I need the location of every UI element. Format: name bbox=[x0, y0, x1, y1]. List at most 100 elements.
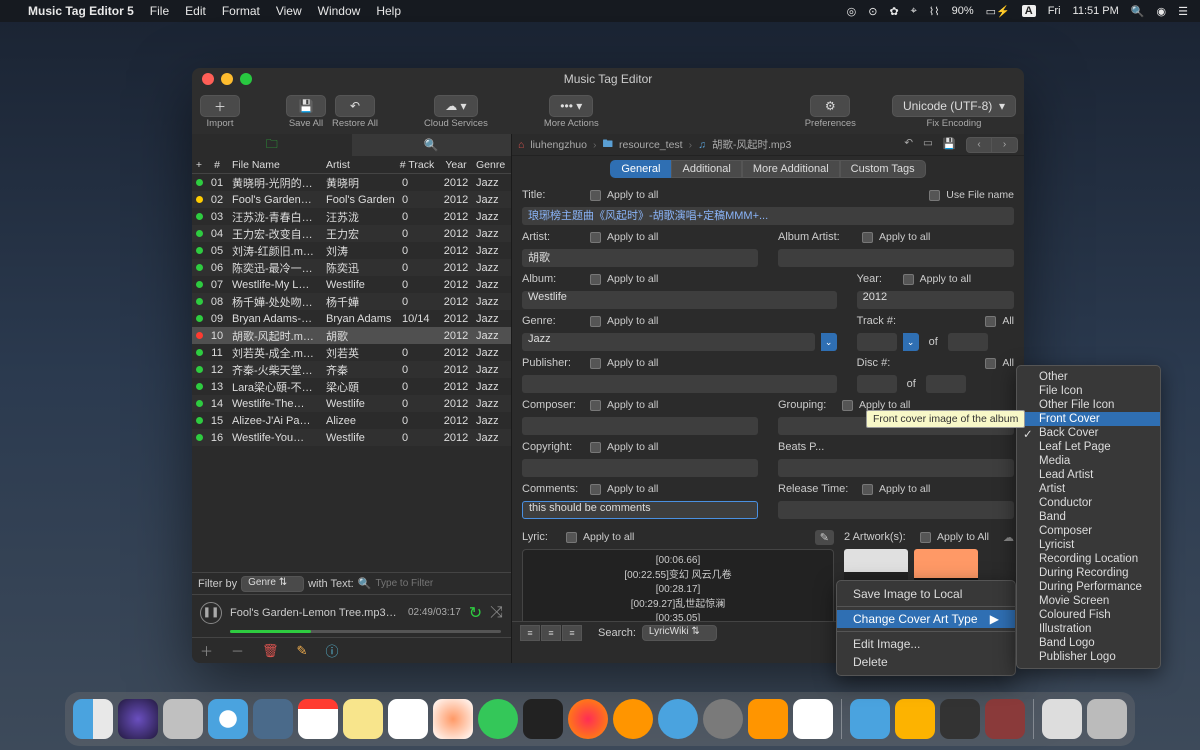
tab-search[interactable]: 🔍 bbox=[352, 134, 512, 156]
table-row[interactable]: 12齐秦-火柴天堂…齐秦02012Jazz bbox=[192, 361, 511, 378]
table-row[interactable]: 05刘涛-红颜旧.m…刘涛02012Jazz bbox=[192, 242, 511, 259]
disc-all-checkbox[interactable] bbox=[985, 358, 996, 369]
dock-textedit[interactable] bbox=[793, 699, 833, 739]
submenu-item[interactable]: Media bbox=[1017, 454, 1160, 468]
dock-launchpad[interactable] bbox=[163, 699, 203, 739]
table-row[interactable]: 01黄晓明-光阴的…黄晓明02012Jazz bbox=[192, 174, 511, 191]
title-input[interactable]: 琅琊榜主题曲《风起时》-胡歌演唱+定稿MMM+... bbox=[522, 207, 1014, 225]
submenu-item[interactable]: Leaf Let Page bbox=[1017, 440, 1160, 454]
album-artist-apply-checkbox[interactable] bbox=[862, 232, 873, 243]
dock-app[interactable] bbox=[940, 699, 980, 739]
submenu-item[interactable]: Illustration bbox=[1017, 622, 1160, 636]
artist-apply-checkbox[interactable] bbox=[590, 232, 601, 243]
dock-siri[interactable] bbox=[118, 699, 158, 739]
track-total-input[interactable] bbox=[948, 333, 988, 351]
year-apply-checkbox[interactable] bbox=[903, 274, 914, 285]
notification-center-icon[interactable]: ☰ bbox=[1178, 5, 1188, 18]
publisher-input[interactable] bbox=[522, 375, 837, 393]
table-row[interactable]: 03汪苏泷-青春白…汪苏泷02012Jazz bbox=[192, 208, 511, 225]
menu-view[interactable]: View bbox=[276, 4, 302, 18]
table-row[interactable]: 16Westlife-You…Westlife02012Jazz bbox=[192, 429, 511, 446]
table-row[interactable]: 11刘若英-成全.m…刘若英02012Jazz bbox=[192, 344, 511, 361]
spotlight-icon[interactable]: 🔍 bbox=[1131, 5, 1145, 18]
submenu-item[interactable]: Band bbox=[1017, 510, 1160, 524]
menu-edit-image[interactable]: Edit Image... bbox=[837, 635, 1015, 653]
play-pause-button[interactable]: ❚❚ bbox=[200, 602, 222, 624]
dock-photos[interactable] bbox=[433, 699, 473, 739]
align-left-button[interactable]: ≡ bbox=[520, 625, 540, 641]
dock-downloads[interactable] bbox=[1042, 699, 1082, 739]
home-icon[interactable]: ⌂ bbox=[518, 139, 524, 151]
submenu-item[interactable]: Front Cover bbox=[1017, 412, 1160, 426]
align-right-button[interactable]: ≡ bbox=[562, 625, 582, 641]
close-button[interactable] bbox=[202, 73, 214, 85]
dock-itunes[interactable] bbox=[568, 699, 608, 739]
menu-edit[interactable]: Edit bbox=[185, 4, 206, 18]
lyric-source-select[interactable]: LyricWiki ⇅ bbox=[642, 625, 717, 641]
submenu-item[interactable]: Movie Screen bbox=[1017, 594, 1160, 608]
dock-finder[interactable] bbox=[73, 699, 113, 739]
undo-icon[interactable]: ↶ bbox=[904, 137, 913, 153]
submenu-item[interactable]: Coloured Fish bbox=[1017, 608, 1160, 622]
info-icon[interactable]: ⓘ bbox=[325, 641, 338, 660]
filter-input[interactable] bbox=[375, 578, 485, 589]
dock-appstore[interactable] bbox=[658, 699, 698, 739]
save-icon[interactable]: 💾 bbox=[943, 137, 956, 153]
submenu-item[interactable]: During Recording bbox=[1017, 566, 1160, 580]
track-input[interactable] bbox=[857, 333, 897, 351]
submenu-item[interactable]: Other bbox=[1017, 370, 1160, 384]
save-all-button[interactable]: 💾 bbox=[286, 95, 326, 117]
header-track[interactable]: # Track bbox=[396, 159, 438, 171]
submenu-item[interactable]: Conductor bbox=[1017, 496, 1160, 510]
dock-sublime[interactable] bbox=[748, 699, 788, 739]
comments-apply-checkbox[interactable] bbox=[590, 484, 601, 495]
composer-apply-checkbox[interactable] bbox=[590, 400, 601, 411]
battery-percent[interactable]: 90% bbox=[952, 5, 974, 17]
lyric-display[interactable]: [00:06.66][00:22.55]变幻 风云几卷[00:28.17][00… bbox=[522, 549, 834, 621]
more-actions-button[interactable]: ••• ▾ bbox=[549, 95, 593, 117]
rename-icon[interactable]: ✎ bbox=[297, 643, 308, 659]
tab-more-additional[interactable]: More Additional bbox=[742, 160, 840, 178]
minimize-button[interactable] bbox=[221, 73, 233, 85]
grouping-apply-checkbox[interactable] bbox=[842, 400, 853, 411]
menu-delete[interactable]: Delete bbox=[837, 653, 1015, 671]
breadcrumb-item[interactable]: resource_test bbox=[619, 139, 683, 151]
delete-icon[interactable]: 🗑 bbox=[262, 643, 279, 659]
dock-reminders[interactable] bbox=[388, 699, 428, 739]
submenu-item[interactable]: Publisher Logo bbox=[1017, 650, 1160, 664]
table-row[interactable]: 14Westlife-The…Westlife02012Jazz bbox=[192, 395, 511, 412]
menubar-icon[interactable]: ✿ bbox=[889, 5, 898, 18]
input-source[interactable]: A bbox=[1022, 5, 1036, 17]
remove-icon[interactable]: － bbox=[231, 641, 244, 660]
track-all-checkbox[interactable] bbox=[985, 316, 996, 327]
bluetooth-icon[interactable]: ⌖ bbox=[911, 5, 917, 18]
submenu-item[interactable]: Other File Icon bbox=[1017, 398, 1160, 412]
dock-messages[interactable] bbox=[478, 699, 518, 739]
dock-safari[interactable] bbox=[208, 699, 248, 739]
tab-folder[interactable]: 🗀 bbox=[192, 134, 352, 156]
breadcrumb-item[interactable]: 胡歌-风起时.mp3 bbox=[712, 137, 791, 152]
menu-help[interactable]: Help bbox=[376, 4, 401, 18]
lyric-apply-checkbox[interactable] bbox=[566, 532, 577, 543]
import-button[interactable]: ＋ bbox=[200, 95, 240, 117]
disc-input[interactable] bbox=[857, 375, 897, 393]
submenu-item[interactable]: Composer bbox=[1017, 524, 1160, 538]
table-row[interactable]: 15Alizee-J'Ai Pa…Alizee02012Jazz bbox=[192, 412, 511, 429]
chevron-down-icon[interactable]: ⌄ bbox=[903, 333, 919, 351]
submenu-item[interactable]: Artist bbox=[1017, 482, 1160, 496]
wifi-icon[interactable]: ⌇⌇ bbox=[929, 5, 940, 18]
cloud-download-icon[interactable]: ☁ bbox=[1003, 531, 1014, 544]
table-row[interactable]: 10胡歌-风起时.m…胡歌2012Jazz bbox=[192, 327, 511, 344]
dock-ibooks[interactable] bbox=[613, 699, 653, 739]
header-genre[interactable]: Genre bbox=[474, 159, 510, 171]
menubar-icon[interactable]: ◎ bbox=[847, 5, 857, 18]
table-row[interactable]: 08杨千嬅-处处吻…杨千嬅02012Jazz bbox=[192, 293, 511, 310]
preferences-button[interactable]: ⚙ bbox=[810, 95, 850, 117]
table-row[interactable]: 13Lara梁心頤-不…梁心頤02012Jazz bbox=[192, 378, 511, 395]
menu-window[interactable]: Window bbox=[318, 4, 361, 18]
submenu-item[interactable]: Recording Location bbox=[1017, 552, 1160, 566]
tab-additional[interactable]: Additional bbox=[671, 160, 741, 178]
header-filename[interactable]: File Name bbox=[228, 159, 322, 171]
submenu-item[interactable]: File Icon bbox=[1017, 384, 1160, 398]
genre-select[interactable]: Jazz bbox=[522, 333, 815, 351]
